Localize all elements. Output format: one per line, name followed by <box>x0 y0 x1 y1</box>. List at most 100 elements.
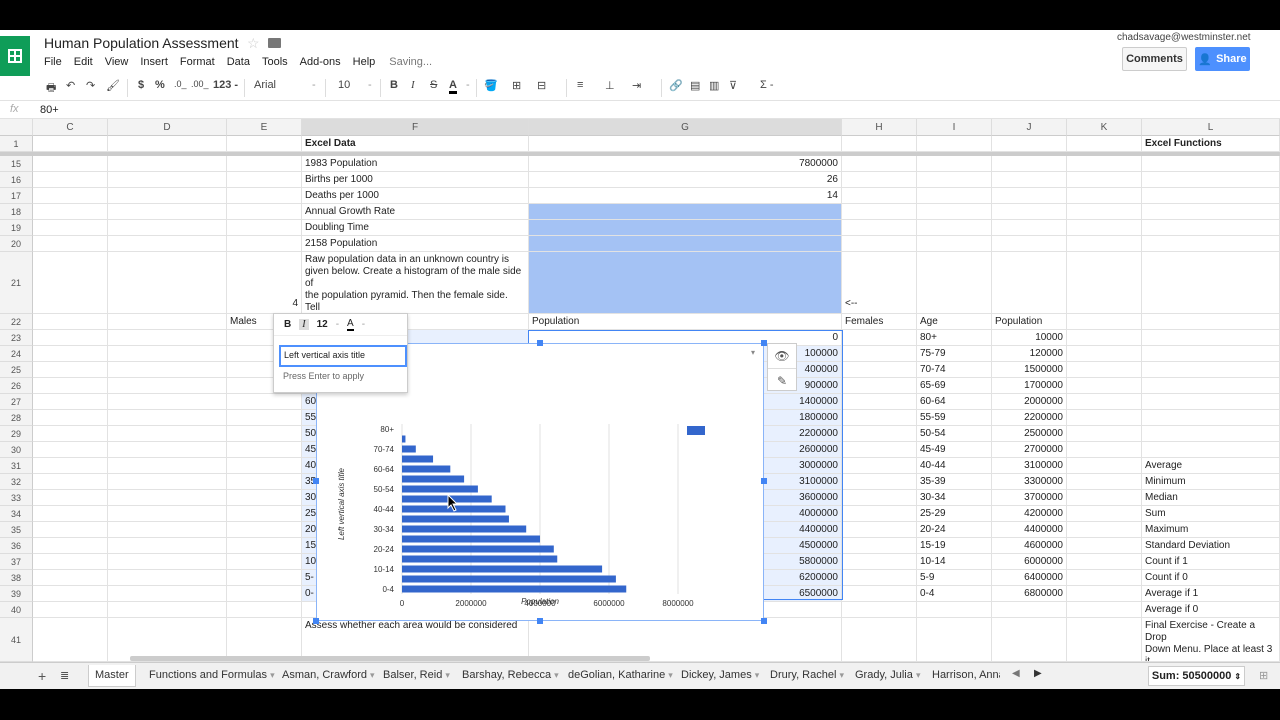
cell-d28[interactable] <box>108 410 227 426</box>
cell-h28[interactable] <box>842 410 917 426</box>
cell-e35[interactable] <box>227 522 302 538</box>
cell-c34[interactable] <box>33 506 108 522</box>
row-header[interactable]: 38 <box>0 570 33 586</box>
cell-c21[interactable] <box>33 252 108 314</box>
cell-j39[interactable]: 6800000 <box>992 586 1067 602</box>
cell-h29[interactable] <box>842 426 917 442</box>
cell-h15[interactable] <box>842 156 917 172</box>
row-header[interactable]: 26 <box>0 378 33 394</box>
cell-e39[interactable] <box>227 586 302 602</box>
row-header[interactable]: 1 <box>0 136 33 152</box>
cell-i38[interactable]: 5-9 <box>917 570 992 586</box>
cell-e36[interactable] <box>227 538 302 554</box>
cell-k41[interactable] <box>1067 618 1142 662</box>
cell-f18[interactable]: Annual Growth Rate <box>302 204 529 220</box>
scroll-tabs-left-icon[interactable]: ◀ <box>1012 668 1020 679</box>
editor-color-button[interactable]: A <box>347 318 354 331</box>
cell-l17[interactable] <box>1142 188 1280 204</box>
row-header[interactable]: 18 <box>0 204 33 220</box>
cell-e31[interactable] <box>227 458 302 474</box>
cell-g19[interactable] <box>529 220 842 236</box>
cell-c17[interactable] <box>33 188 108 204</box>
cell-l36[interactable]: Standard Deviation <box>1142 538 1280 554</box>
row-header[interactable]: 23 <box>0 330 33 346</box>
cell-h36[interactable] <box>842 538 917 554</box>
cell-l26[interactable] <box>1142 378 1280 394</box>
bar-20-24[interactable] <box>402 545 554 553</box>
cell-c26[interactable] <box>33 378 108 394</box>
cell-d16[interactable] <box>108 172 227 188</box>
bar-15-19[interactable] <box>402 555 558 563</box>
cell-c32[interactable] <box>33 474 108 490</box>
cell-g18[interactable] <box>529 204 842 220</box>
cell-j23[interactable]: 10000 <box>992 330 1067 346</box>
cell-l20[interactable] <box>1142 236 1280 252</box>
cell-i30[interactable]: 45-49 <box>917 442 992 458</box>
cell-l19[interactable] <box>1142 220 1280 236</box>
cell-l30[interactable] <box>1142 442 1280 458</box>
cell-h23[interactable] <box>842 330 917 346</box>
cell-d15[interactable] <box>108 156 227 172</box>
cell-h1[interactable] <box>842 136 917 152</box>
row-header[interactable]: 33 <box>0 490 33 506</box>
cell-d17[interactable] <box>108 188 227 204</box>
cell-j35[interactable]: 4400000 <box>992 522 1067 538</box>
cell-j26[interactable]: 1700000 <box>992 378 1067 394</box>
cell-e21[interactable]: 4 <box>227 252 302 314</box>
cell-j38[interactable]: 6400000 <box>992 570 1067 586</box>
cell-c40[interactable] <box>33 602 108 618</box>
cell-d20[interactable] <box>108 236 227 252</box>
cell-l41[interactable]: Final Exercise - Create a Drop Down Menu.… <box>1142 618 1280 662</box>
cell-j29[interactable]: 2500000 <box>992 426 1067 442</box>
cell-i16[interactable] <box>917 172 992 188</box>
cell-g20[interactable] <box>529 236 842 252</box>
row-header[interactable]: 17 <box>0 188 33 204</box>
cell-k28[interactable] <box>1067 410 1142 426</box>
cell-k33[interactable] <box>1067 490 1142 506</box>
cell-k20[interactable] <box>1067 236 1142 252</box>
editor-italic-button[interactable]: I <box>299 319 309 330</box>
editor-bold-button[interactable]: B <box>284 319 291 330</box>
cell-i17[interactable] <box>917 188 992 204</box>
cell-l35[interactable]: Maximum <box>1142 522 1280 538</box>
row-header[interactable]: 34 <box>0 506 33 522</box>
cell-d26[interactable] <box>108 378 227 394</box>
cell-l16[interactable] <box>1142 172 1280 188</box>
row-header[interactable]: 21 <box>0 252 33 314</box>
row-header[interactable]: 31 <box>0 458 33 474</box>
cell-c33[interactable] <box>33 490 108 506</box>
tab-dropdown-icon[interactable]: ▾ <box>840 670 845 680</box>
cell-i41[interactable] <box>917 618 992 662</box>
cell-h19[interactable] <box>842 220 917 236</box>
horizontal-scrollbar[interactable] <box>130 656 650 661</box>
cell-c29[interactable] <box>33 426 108 442</box>
editor-size-dropdown-icon[interactable]: - <box>336 319 339 330</box>
cell-e16[interactable] <box>227 172 302 188</box>
tab-functions-and-formulas[interactable]: Functions and Formulas ▾ <box>143 665 281 687</box>
cell-j34[interactable]: 4200000 <box>992 506 1067 522</box>
cell-f15[interactable]: 1983 Population <box>302 156 529 172</box>
cell-k29[interactable] <box>1067 426 1142 442</box>
cell-h38[interactable] <box>842 570 917 586</box>
cell-j18[interactable] <box>992 204 1067 220</box>
cell-i15[interactable] <box>917 156 992 172</box>
cell-l25[interactable] <box>1142 362 1280 378</box>
cell-d34[interactable] <box>108 506 227 522</box>
cell-k16[interactable] <box>1067 172 1142 188</box>
cell-i21[interactable] <box>917 252 992 314</box>
resize-handle[interactable] <box>313 618 319 624</box>
bar-30-34[interactable] <box>402 525 527 533</box>
cell-k15[interactable] <box>1067 156 1142 172</box>
cell-j27[interactable]: 2000000 <box>992 394 1067 410</box>
cell-k32[interactable] <box>1067 474 1142 490</box>
cell-k23[interactable] <box>1067 330 1142 346</box>
cell-i18[interactable] <box>917 204 992 220</box>
row-header[interactable]: 32 <box>0 474 33 490</box>
cell-c27[interactable] <box>33 394 108 410</box>
cell-i36[interactable]: 15-19 <box>917 538 992 554</box>
cell-k26[interactable] <box>1067 378 1142 394</box>
cell-h17[interactable] <box>842 188 917 204</box>
cell-i24[interactable]: 75-79 <box>917 346 992 362</box>
cell-c37[interactable] <box>33 554 108 570</box>
cell-f17[interactable]: Deaths per 1000 <box>302 188 529 204</box>
